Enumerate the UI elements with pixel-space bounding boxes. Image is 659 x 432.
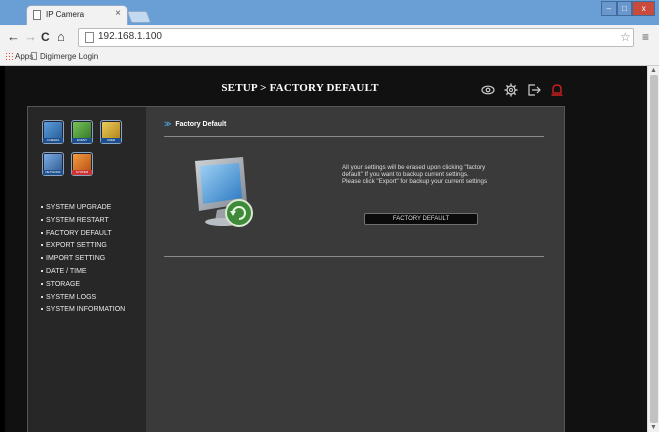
page-icon (33, 10, 41, 20)
minimize-button[interactable]: – (601, 1, 617, 16)
section-title: ≫ Factory Default (164, 120, 226, 128)
menu-item-label: DATE / TIME (46, 267, 87, 275)
eye-icon[interactable] (481, 83, 495, 97)
menu-item-system-restart[interactable]: SYSTEM RESTART (41, 215, 125, 228)
menu-item-date-time[interactable]: DATE / TIME (41, 266, 125, 279)
page-viewport: SETUP > FACTORY DEFAULT CAMERA EVENT USE… (0, 66, 647, 432)
address-bar[interactable] (78, 28, 634, 47)
reload-icon[interactable]: C (41, 30, 50, 44)
bookmark-digimerge-login[interactable]: Digimerge Login (31, 52, 98, 61)
browser-tab[interactable]: IP Camera × (26, 5, 128, 25)
browser-toolbar: ← → C ⌂ ☆ ≡ (0, 25, 659, 50)
home-icon[interactable]: ⌂ (57, 30, 65, 44)
category-caption: USER (101, 138, 121, 143)
close-window-button[interactable]: x (632, 1, 656, 16)
bullet (41, 206, 43, 208)
menu-item-system-upgrade[interactable]: SYSTEM UPGRADE (41, 202, 125, 215)
bullet (41, 308, 43, 311)
menu-item-label: EXPORT SETTING (46, 242, 107, 250)
camera-category-icon[interactable]: CAMERA (42, 120, 64, 144)
bullet (41, 244, 43, 247)
bookmark-label: Digimerge Login (40, 52, 99, 61)
back-arrow-icon[interactable]: ← (7, 30, 20, 44)
tab-title: IP Camera (46, 10, 85, 19)
message-line: All your settings will be erased upon cl… (342, 164, 486, 171)
page-info-icon (85, 32, 94, 43)
page-header: SETUP > FACTORY DEFAULT (5, 66, 647, 106)
menu-item-label: SYSTEM INFORMATION (46, 306, 126, 314)
scrollbar-thumb[interactable] (650, 75, 658, 423)
apps-grid-icon (5, 52, 13, 60)
section-title-label: Factory Default (175, 121, 227, 128)
event-category-icon[interactable]: EVENT (71, 120, 93, 144)
bullet (41, 257, 43, 260)
forward-arrow-icon[interactable]: → (24, 30, 37, 44)
maximize-button[interactable]: □ (616, 1, 633, 16)
divider (164, 256, 544, 257)
url-input[interactable] (98, 31, 498, 42)
divider (164, 136, 544, 137)
menu-item-import-setting[interactable]: IMPORT SETTING (41, 253, 125, 266)
user-category-icon[interactable]: USER (100, 120, 122, 144)
menu-item-label: FACTORY DEFAULT (46, 229, 112, 237)
page-icon (31, 52, 37, 60)
network-category-icon[interactable]: NETWORK (42, 152, 64, 176)
new-tab-button[interactable] (126, 11, 152, 23)
menu-item-label: IMPORT SETTING (46, 255, 106, 263)
message-line: Please click "Export" for backup your cu… (342, 178, 488, 186)
menu-item-system-logs[interactable]: SYSTEM LOGS (41, 292, 125, 305)
category-caption: NETWORK (43, 170, 63, 175)
factory-default-message: All your settings will be erased upon cl… (342, 164, 542, 186)
factory-default-button[interactable]: FACTORY DEFAULT (364, 213, 478, 225)
message-line: default" If you want to backup current s… (342, 171, 469, 179)
gear-icon[interactable] (504, 83, 518, 97)
bullet (41, 269, 43, 272)
logout-icon[interactable] (527, 83, 541, 97)
browser-menu-icon[interactable]: ≡ (642, 30, 649, 44)
menu-item-label: STORAGE (46, 280, 81, 288)
category-caption: SYSTEM (72, 170, 92, 175)
category-caption: EVENT (72, 138, 92, 143)
page-border (0, 66, 5, 432)
chevron-right-icon: ≫ (164, 121, 172, 128)
browser-titlebar: IP Camera × – □ x (0, 0, 659, 25)
bookmark-apps[interactable]: Apps (5, 52, 33, 61)
menu-item-storage[interactable]: STORAGE (41, 279, 125, 292)
bookmarks-bar: Apps Digimerge Login (0, 50, 659, 66)
menu-item-label: SYSTEM RESTART (46, 216, 109, 224)
monitor-reset-icon (195, 157, 253, 227)
bullet (41, 282, 43, 285)
scroll-up-icon[interactable]: ▲ (650, 67, 657, 74)
alarm-bell-icon[interactable] (550, 83, 564, 97)
bullet (41, 295, 43, 298)
menu-item-factory-default[interactable]: FACTORY DEFAULT (41, 228, 125, 241)
menu-item-label: SYSTEM UPGRADE (46, 204, 112, 211)
tab-close-icon[interactable]: × (115, 8, 121, 19)
setup-panel: CAMERA EVENT USER NETWORK SYSTEM SYSTEM … (27, 106, 565, 432)
sidebar: CAMERA EVENT USER NETWORK SYSTEM SYSTEM … (28, 107, 146, 432)
page-scrollbar[interactable]: ▲ ▼ (647, 66, 659, 432)
category-caption: CAMERA (43, 138, 63, 143)
system-menu: SYSTEM UPGRADE SYSTEM RESTART FACTORY DE… (41, 202, 125, 317)
system-category-icon[interactable]: SYSTEM (71, 152, 93, 176)
bullet (41, 231, 43, 234)
bookmark-star-icon[interactable]: ☆ (620, 30, 631, 44)
menu-item-label: SYSTEM LOGS (46, 293, 97, 301)
window-controls: – □ x (601, 1, 656, 17)
menu-item-export-setting[interactable]: EXPORT SETTING (41, 240, 125, 253)
scroll-down-icon[interactable]: ▼ (650, 424, 657, 431)
menu-item-system-information[interactable]: SYSTEM INFORMATION (41, 304, 125, 317)
bullet (41, 218, 43, 221)
